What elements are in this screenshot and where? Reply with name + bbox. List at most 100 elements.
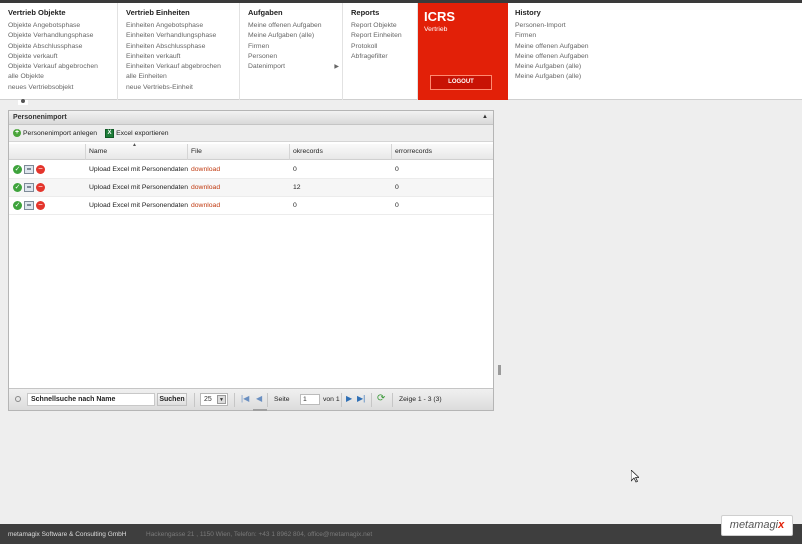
- menu-item[interactable]: Einheiten verkauft: [126, 52, 239, 62]
- menu-title: Vertrieb Einheiten: [126, 8, 190, 17]
- menu-item[interactable]: Einheiten Verhandlungsphase: [126, 31, 239, 41]
- menu-item[interactable]: Meine Aufgaben (alle): [515, 62, 617, 72]
- sort-icon: ▲: [132, 142, 137, 148]
- logout-button[interactable]: LOGOUT: [430, 75, 492, 90]
- column-header-okrecords[interactable]: okrecords: [289, 144, 391, 160]
- menu-item[interactable]: Objekte verkauft: [8, 52, 117, 62]
- first-page-icon[interactable]: |◀: [241, 395, 249, 403]
- cell-okrecords: 0: [293, 166, 297, 173]
- collapse-icon[interactable]: ▲: [482, 114, 488, 120]
- check-icon[interactable]: ✓: [13, 201, 22, 210]
- menu-title: Vertrieb Objekte: [8, 8, 66, 17]
- separator: [341, 393, 342, 407]
- menu-item[interactable]: Personen-Import: [515, 21, 617, 31]
- row-actions: ✓ −: [13, 165, 45, 174]
- excel-export-button[interactable]: X Excel exportieren: [105, 128, 169, 138]
- cell-okrecords: 12: [293, 184, 301, 191]
- edit-icon[interactable]: [24, 201, 34, 210]
- column-header-errorrecords[interactable]: errorrecords: [391, 144, 493, 160]
- row-actions: ✓ −: [13, 201, 45, 210]
- menu-item[interactable]: Objekte Abschlussphase: [8, 42, 117, 52]
- menu-item[interactable]: alle Objekte: [8, 72, 117, 82]
- table-row[interactable]: ✓ − Upload Excel mit Personendaten downl…: [9, 197, 493, 215]
- menu-item[interactable]: Report Objekte: [351, 21, 417, 31]
- cell-errorrecords: 0: [395, 202, 399, 209]
- download-link[interactable]: download: [188, 161, 220, 179]
- brand-box: ICRS Vertrieb LOGOUT: [418, 3, 508, 100]
- cell-errorrecords: 0: [395, 184, 399, 191]
- prev-page-icon[interactable]: ◀: [256, 395, 262, 403]
- add-import-button[interactable]: + Personenimport anlegen: [13, 129, 97, 137]
- search-button[interactable]: Suchen: [157, 393, 187, 406]
- add-import-label: Personenimport anlegen: [23, 129, 98, 137]
- edit-icon[interactable]: [24, 183, 34, 192]
- grid-header: ▲ Name File okrecords errorrecords: [9, 142, 493, 160]
- panel-header: Personenimport ▲: [9, 111, 493, 125]
- menu-item[interactable]: Report Einheiten: [351, 31, 417, 41]
- menu-toggle-handle[interactable]: [18, 99, 28, 105]
- cell-name: Upload Excel mit Personendaten: [89, 166, 188, 173]
- panel-toolbar: + Personenimport anlegen X Excel exporti…: [9, 125, 493, 142]
- menu-item[interactable]: Meine offenen Aufgaben: [515, 42, 617, 52]
- menu-item[interactable]: Einheiten Abschlussphase: [126, 42, 239, 52]
- paging-toolbar: Schnellsuche nach Name Suchen 25 ▼ |◀ ◀ …: [9, 388, 493, 410]
- menu-item[interactable]: neue Vertriebs-Einheit: [126, 83, 239, 93]
- column-header-name[interactable]: ▲ Name: [85, 142, 187, 160]
- menu-item[interactable]: Personen: [248, 52, 342, 62]
- download-link[interactable]: download: [188, 179, 220, 197]
- next-page-icon[interactable]: ▶: [346, 395, 352, 403]
- menu-item[interactable]: Meine offenen Aufgaben: [515, 52, 617, 62]
- menu-item[interactable]: Abfragefilter: [351, 52, 417, 62]
- menu-reports: Reports Report Objekte Report Einheiten …: [343, 3, 418, 100]
- menu-item[interactable]: Meine Aufgaben (alle): [248, 31, 342, 41]
- check-icon[interactable]: ✓: [13, 183, 22, 192]
- menu-item[interactable]: Objekte Angebotsphase: [8, 21, 117, 31]
- menu-item[interactable]: Objekte Verkauf abgebrochen: [8, 62, 117, 72]
- menu-item[interactable]: Objekte Verhandlungsphase: [8, 31, 117, 41]
- menu-item[interactable]: neues Vertriebsobjekt: [8, 83, 117, 93]
- brand-title: ICRS: [424, 9, 456, 24]
- cell-name: Upload Excel mit Personendaten: [89, 184, 188, 191]
- menu-item[interactable]: Protokoll: [351, 42, 417, 52]
- row-actions: ✓ −: [13, 183, 45, 192]
- menu-item[interactable]: Firmen: [248, 42, 342, 52]
- table-row[interactable]: ✓ − Upload Excel mit Personendaten downl…: [9, 161, 493, 179]
- search-icon: [15, 396, 21, 402]
- menu-item[interactable]: Firmen: [515, 31, 617, 41]
- menu-item[interactable]: alle Einheiten: [126, 72, 239, 82]
- footer: metamagix Software & Consulting GmbH Hac…: [0, 524, 802, 544]
- table-row[interactable]: ✓ − Upload Excel mit Personendaten downl…: [9, 179, 493, 197]
- menu-item[interactable]: Einheiten Verkauf abgebrochen: [126, 62, 239, 72]
- personenimport-panel: Personenimport ▲ + Personenimport anlege…: [8, 110, 501, 411]
- footer-company: metamagix Software & Consulting GmbH: [8, 531, 127, 538]
- separator: [392, 393, 393, 407]
- separator: [234, 393, 235, 407]
- menu-vertrieb-einheiten: Vertrieb Einheiten Einheiten Angebotspha…: [118, 3, 240, 100]
- column-header-file[interactable]: File: [187, 144, 289, 160]
- edit-icon[interactable]: [24, 165, 34, 174]
- separator: [371, 393, 372, 407]
- page-size-select[interactable]: 25 ▼: [200, 393, 228, 406]
- refresh-icon[interactable]: ⟳: [377, 394, 385, 404]
- menu-item[interactable]: Meine offenen Aufgaben: [248, 21, 342, 31]
- panel-resize-handle[interactable]: [253, 409, 267, 411]
- delete-icon[interactable]: −: [36, 165, 45, 174]
- column-resize-handle[interactable]: [498, 365, 501, 375]
- delete-icon[interactable]: −: [36, 183, 45, 192]
- panel-title: Personenimport: [13, 114, 67, 121]
- menu-aufgaben: Aufgaben Meine offenen Aufgaben Meine Au…: [240, 3, 343, 100]
- check-icon[interactable]: ✓: [13, 165, 22, 174]
- delete-icon[interactable]: −: [36, 201, 45, 210]
- download-link[interactable]: download: [188, 197, 220, 215]
- excel-icon: X: [105, 128, 115, 138]
- main-menu: Vertrieb Objekte Objekte Angebotsphase O…: [0, 3, 802, 100]
- last-page-icon[interactable]: ▶|: [357, 395, 365, 403]
- separator: [267, 393, 268, 407]
- menu-item[interactable]: Datenimport: [248, 62, 342, 72]
- footer-address: Hackengasse 21 , 1150 Wien, Telefon: +43…: [146, 531, 373, 538]
- menu-title: Aufgaben: [248, 8, 283, 17]
- quick-search-input[interactable]: Schnellsuche nach Name: [27, 393, 155, 406]
- page-number-input[interactable]: 1: [300, 394, 320, 405]
- menu-item[interactable]: Einheiten Angebotsphase: [126, 21, 239, 31]
- menu-item[interactable]: Meine Aufgaben (alle): [515, 72, 617, 82]
